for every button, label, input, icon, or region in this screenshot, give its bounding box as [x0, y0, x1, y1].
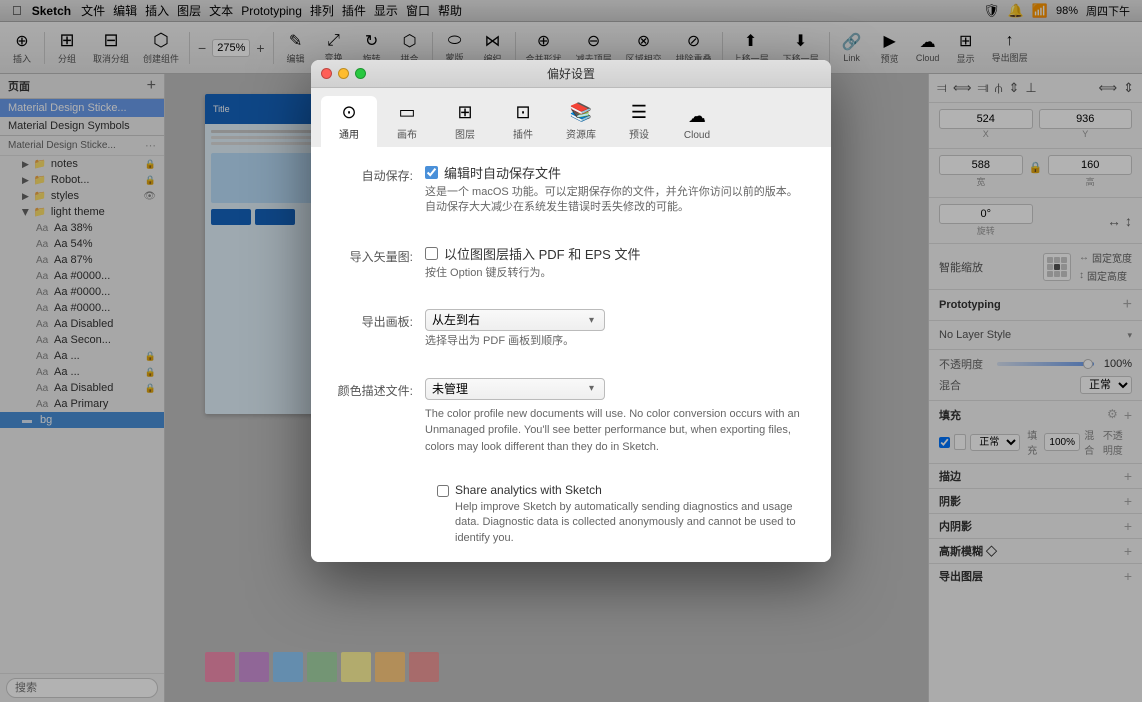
export-artboard-select[interactable]: 从左到右 从右到左 从上到下 从下到上	[425, 309, 605, 331]
import-vector-text: 以位图图层插入 PDF 和 EPS 文件	[444, 244, 640, 263]
export-artboard-label: 导出画板:	[335, 309, 425, 330]
auto-save-text: 编辑时自动保存文件	[444, 163, 561, 182]
privacy-desc: Help improve Sketch by automatically sen…	[455, 500, 807, 546]
color-profile-content: 未管理 sRGB Display P3 ▾ The color profile …	[425, 378, 807, 456]
color-profile-label: 颜色描述文件:	[335, 378, 425, 399]
auto-save-row: 自动保存: 编辑时自动保存文件 这是一个 macOS 功能。可以定期保存你的文件…	[335, 163, 807, 216]
import-vector-checkbox[interactable]	[425, 247, 438, 260]
tab-canvas[interactable]: ▭ 画布	[379, 96, 435, 147]
export-artboard-desc: 选择导出为 PDF 画板到顺序。	[425, 334, 807, 349]
tab-plugins[interactable]: ⊡ 插件	[495, 96, 551, 147]
auto-save-label: 自动保存:	[335, 163, 425, 184]
modal-max-button[interactable]	[355, 68, 366, 79]
auto-save-desc: 这是一个 macOS 功能。可以定期保存你的文件，并允许你访问以前的版本。自动保…	[425, 185, 807, 216]
color-profile-desc: The color profile new documents will use…	[425, 406, 807, 456]
import-vector-content: 以位图图层插入 PDF 和 EPS 文件 按住 Option 键反转行为。	[425, 244, 807, 281]
export-artboard-row: 导出画板: 从左到右 从右到左 从上到下 从下到上 ▾ 选择导出为 PDF 画板…	[335, 309, 807, 349]
modal-titlebar: 偏好设置	[311, 60, 831, 88]
color-profile-select[interactable]: 未管理 sRGB Display P3	[425, 378, 605, 400]
auto-save-content: 编辑时自动保存文件 这是一个 macOS 功能。可以定期保存你的文件，并允许你访…	[425, 163, 807, 216]
tab-presets[interactable]: ☰ 预设	[611, 96, 667, 147]
auto-save-checkbox[interactable]	[425, 166, 438, 179]
modal-close-button[interactable]	[321, 68, 332, 79]
modal-body: 自动保存: 编辑时自动保存文件 这是一个 macOS 功能。可以定期保存你的文件…	[311, 147, 831, 562]
privacy-title: Share analytics with Sketch	[455, 483, 807, 497]
modal-overlay: 偏好设置 ⊙ 通用 ▭ 画布 ⊞ 图层 ⊡ 插件 📚 资源库	[0, 0, 1142, 702]
preferences-modal: 偏好设置 ⊙ 通用 ▭ 画布 ⊞ 图层 ⊡ 插件 📚 资源库	[311, 60, 831, 562]
modal-title: 偏好设置	[547, 65, 595, 82]
modal-min-button[interactable]	[338, 68, 349, 79]
tab-general[interactable]: ⊙ 通用	[321, 96, 377, 147]
modal-tabs: ⊙ 通用 ▭ 画布 ⊞ 图层 ⊡ 插件 📚 资源库 ☰ 预设	[311, 88, 831, 147]
color-profile-row: 颜色描述文件: 未管理 sRGB Display P3 ▾ The color …	[335, 378, 807, 456]
import-vector-row: 导入矢量图: 以位图图层插入 PDF 和 EPS 文件 按住 Option 键反…	[335, 244, 807, 281]
tab-libraries[interactable]: 📚 资源库	[553, 96, 609, 147]
privacy-row: Share analytics with Sketch Help improve…	[335, 483, 807, 546]
tab-cloud[interactable]: ☁ Cloud	[669, 100, 725, 147]
export-artboard-content: 从左到右 从右到左 从上到下 从下到上 ▾ 选择导出为 PDF 画板到顺序。	[425, 309, 807, 349]
import-vector-label: 导入矢量图:	[335, 244, 425, 265]
privacy-content: Share analytics with Sketch Help improve…	[455, 483, 807, 546]
tab-layers[interactable]: ⊞ 图层	[437, 96, 493, 147]
privacy-checkbox[interactable]	[437, 485, 449, 497]
import-vector-desc: 按住 Option 键反转行为。	[425, 266, 807, 281]
